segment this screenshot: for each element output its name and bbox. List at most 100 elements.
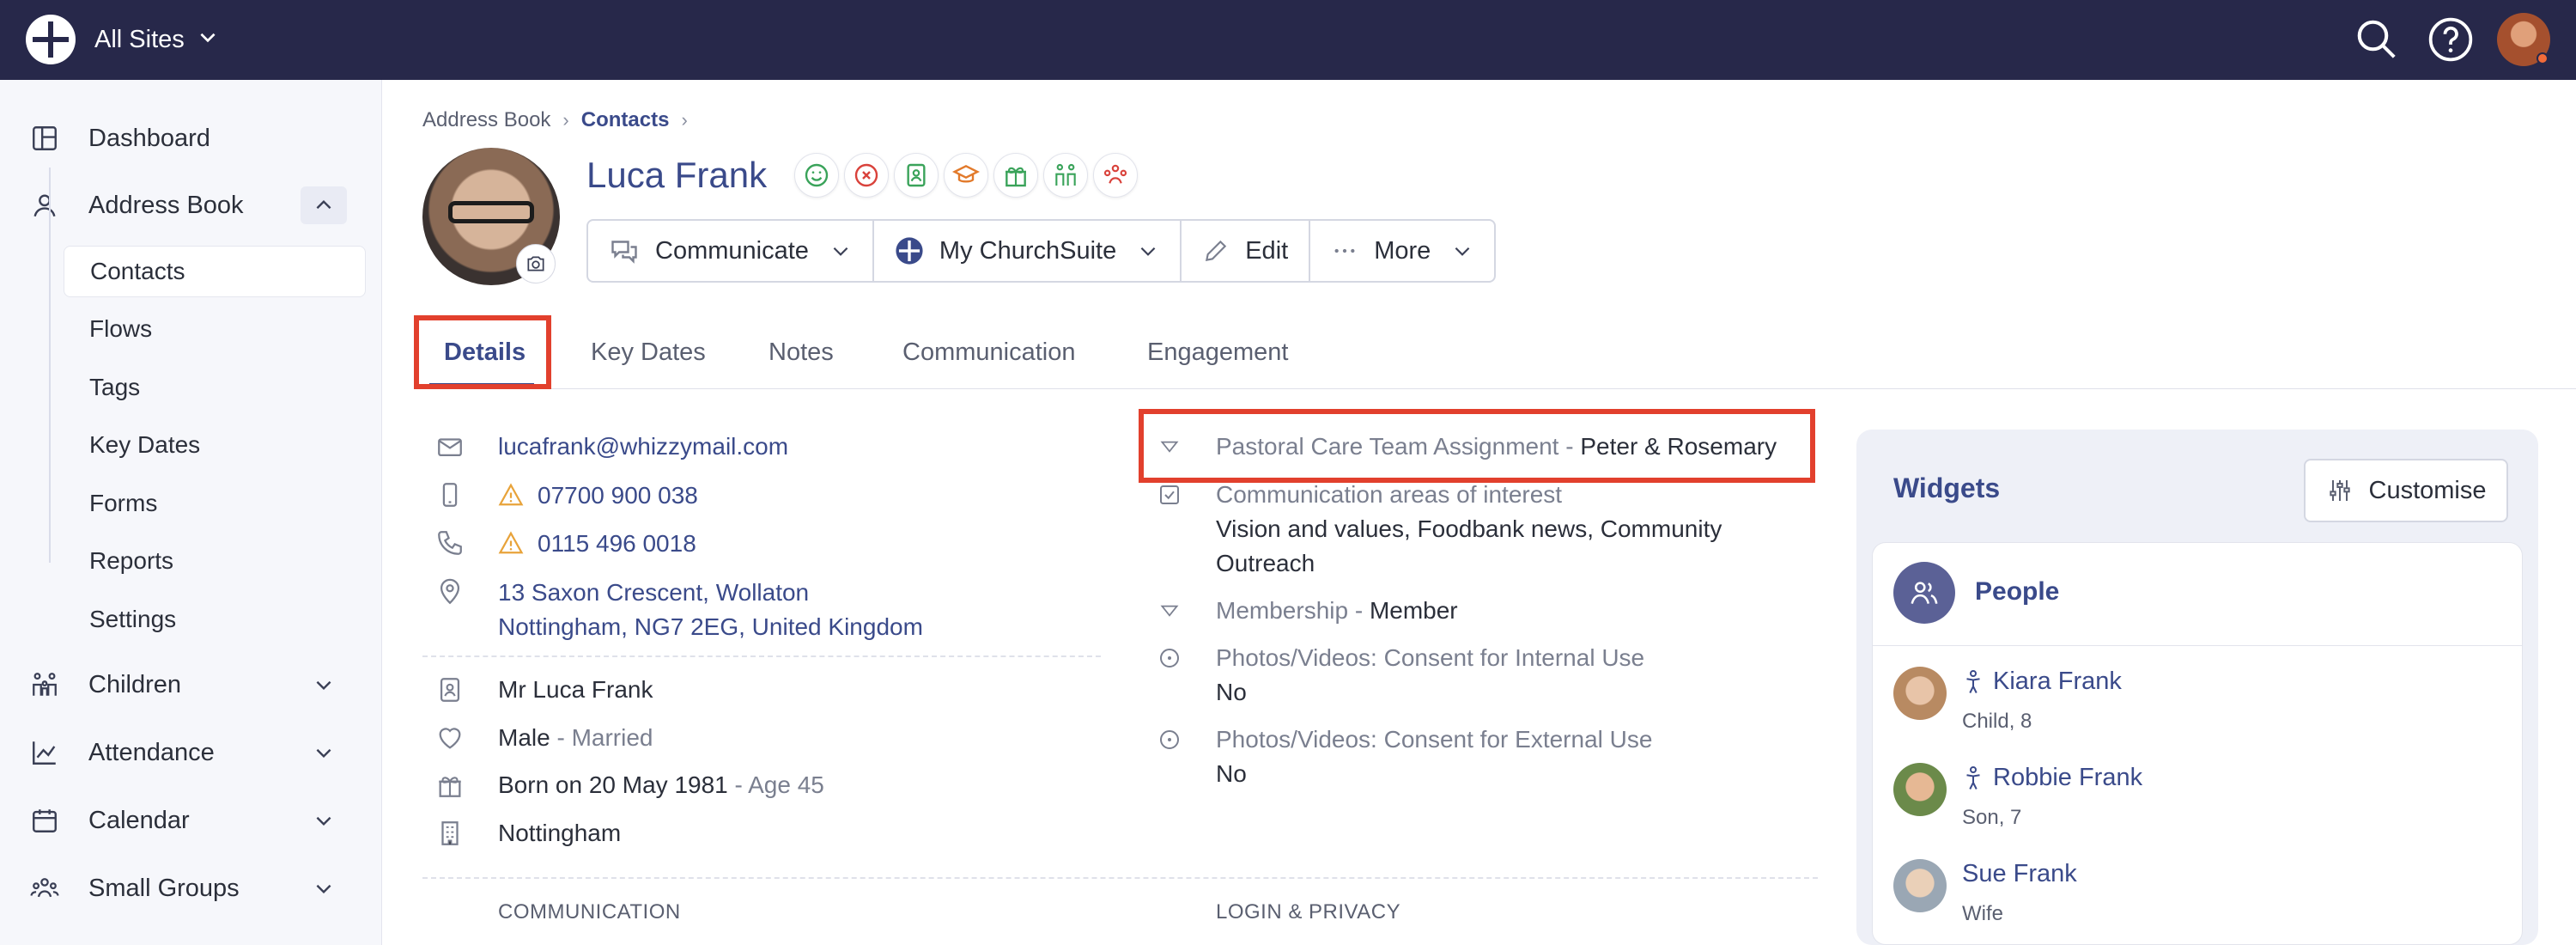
submenu-line (49, 168, 51, 563)
chevron-right-icon: › (562, 109, 569, 131)
membership-field: Membership - Member (1216, 594, 1458, 628)
birthday: Born on 20 May 1981 - Age 45 (498, 768, 824, 802)
membership-value: Member (1369, 597, 1458, 624)
sidebar-item-label: Dashboard (88, 124, 210, 152)
gift-icon[interactable] (993, 153, 1038, 198)
churchsuite-icon (895, 236, 924, 265)
person-name: Luca Frank (586, 155, 768, 195)
cancel-circle-icon[interactable] (844, 153, 889, 198)
chevron-down-icon (829, 240, 852, 262)
comm-interest-label: Communication areas of interest (1216, 481, 1563, 508)
sidebar-subitem-settings[interactable]: Settings (64, 594, 366, 645)
section-login-privacy: LOGIN & PRIVACY (1216, 900, 1401, 924)
family-icon[interactable] (1043, 153, 1088, 198)
family-member-relation: Wife (1962, 902, 2003, 925)
churchsuite-logo[interactable] (26, 15, 76, 64)
radio-field-icon (1152, 722, 1187, 757)
name-card-icon (433, 673, 467, 707)
tab-key-dates[interactable]: Key Dates (591, 315, 706, 389)
address-card-icon[interactable] (894, 153, 939, 198)
sidebar-item-label: Small Groups (88, 874, 240, 902)
avatar (1893, 763, 1947, 816)
edit-button[interactable]: Edit (1182, 221, 1311, 281)
team-icon[interactable] (1093, 153, 1138, 198)
help-icon[interactable] (2423, 12, 2478, 67)
sidebar-item-attendance[interactable]: Attendance (0, 727, 382, 778)
status-badges (794, 153, 1143, 198)
tab-notes[interactable]: Notes (769, 315, 834, 389)
sidebar-subitem-tags[interactable]: Tags (64, 362, 366, 413)
age-value: - Age 45 (727, 771, 824, 798)
chevron-down-icon (1137, 240, 1159, 262)
family-member-link[interactable]: Sue Frank (1962, 860, 2077, 888)
chat-icon (609, 235, 640, 266)
phone-link[interactable]: 0115 496 0018 (538, 527, 696, 561)
divider (422, 877, 1818, 879)
tab-bar: Details Key Dates Notes Communication En… (414, 315, 2576, 389)
notification-dot (2537, 52, 2549, 64)
comm-interest-value-2: Outreach (1216, 550, 1315, 576)
people-title: People (1975, 577, 2060, 606)
my-churchsuite-button[interactable]: My ChurchSuite (874, 221, 1182, 281)
family-member-name: Sue Frank (1962, 860, 2077, 887)
chevron-down-icon[interactable] (301, 869, 347, 907)
breadcrumb-contacts[interactable]: Contacts (581, 108, 670, 132)
ellipsis-icon (1331, 237, 1358, 265)
breadcrumb-address-book[interactable]: Address Book (422, 108, 550, 132)
site-switcher[interactable]: All Sites (94, 22, 219, 57)
chevron-down-icon (1451, 240, 1473, 262)
chevron-down-icon[interactable] (301, 734, 347, 771)
sidebar-item-label: Children (88, 670, 181, 698)
calendar-icon (27, 803, 62, 838)
customise-button[interactable]: Customise (2304, 459, 2508, 522)
graduation-cap-icon[interactable] (944, 153, 988, 198)
address-line-2[interactable]: Nottingham, NG7 2EG, United Kingdom (498, 610, 923, 644)
communicate-label: Communicate (655, 236, 809, 265)
section-communication: COMMUNICATION (498, 900, 681, 924)
sidebar-item-small-groups[interactable]: Small Groups (0, 863, 382, 914)
photos-external-value: No (1216, 760, 1247, 787)
mobile-link[interactable]: 07700 900 038 (538, 479, 698, 513)
highlight-box-details (414, 315, 551, 389)
sidebar-subitem-contacts[interactable]: Contacts (64, 246, 366, 297)
sidebar-item-address-book[interactable]: Address Book (0, 180, 382, 231)
envelope-icon (433, 430, 467, 464)
more-button[interactable]: More (1310, 221, 1494, 281)
camera-icon[interactable] (516, 244, 556, 284)
sidebar-subitem-flows[interactable]: Flows (64, 303, 366, 355)
marital-status: - Married (550, 724, 653, 751)
tab-engagement[interactable]: Engagement (1147, 315, 1288, 389)
family-member-link[interactable]: Robbie Frank (1962, 764, 2142, 792)
comm-interest-value-1: Vision and values, Foodbank news, Commun… (1216, 515, 1722, 542)
chevron-down-icon[interactable] (301, 802, 347, 839)
gift-icon (433, 768, 467, 802)
person-icon (27, 188, 62, 223)
search-icon[interactable] (2349, 12, 2404, 67)
sidebar-subitem-forms[interactable]: Forms (64, 478, 366, 529)
site-switcher-label: All Sites (94, 25, 185, 53)
communicate-button[interactable]: Communicate (588, 221, 874, 281)
warning-icon (498, 482, 524, 512)
widgets-title: Widgets (1893, 472, 2001, 503)
tab-communication[interactable]: Communication (902, 315, 1075, 389)
site-value: Nottingham (498, 820, 622, 846)
photos-internal-label: Photos/Videos: Consent for Internal Use (1216, 644, 1645, 671)
sidebar-item-children[interactable]: Children (0, 659, 382, 710)
family-member-name: Kiara Frank (1993, 668, 2122, 695)
email-link[interactable]: lucafrank@whizzymail.com (498, 430, 788, 464)
chevron-down-icon (197, 26, 219, 54)
sidebar-item-calendar[interactable]: Calendar (0, 795, 382, 846)
more-label: More (1374, 236, 1431, 265)
smile-icon[interactable] (794, 153, 839, 198)
chevron-down-icon[interactable] (301, 666, 347, 704)
sidebar-subitem-key-dates[interactable]: Key Dates (64, 419, 366, 471)
address-line-1[interactable]: 13 Saxon Crescent, Wollaton (498, 576, 809, 610)
chevron-up-icon[interactable] (301, 186, 347, 224)
sidebar-item-label: Address Book (88, 191, 244, 219)
family-member-link[interactable]: Kiara Frank (1962, 668, 2122, 696)
full-name: Mr Luca Frank (498, 676, 653, 703)
user-avatar[interactable] (2497, 13, 2550, 66)
sidebar-item-dashboard[interactable]: Dashboard (0, 113, 382, 164)
sidebar-subitem-reports[interactable]: Reports (64, 535, 366, 587)
chart-icon (27, 735, 62, 770)
